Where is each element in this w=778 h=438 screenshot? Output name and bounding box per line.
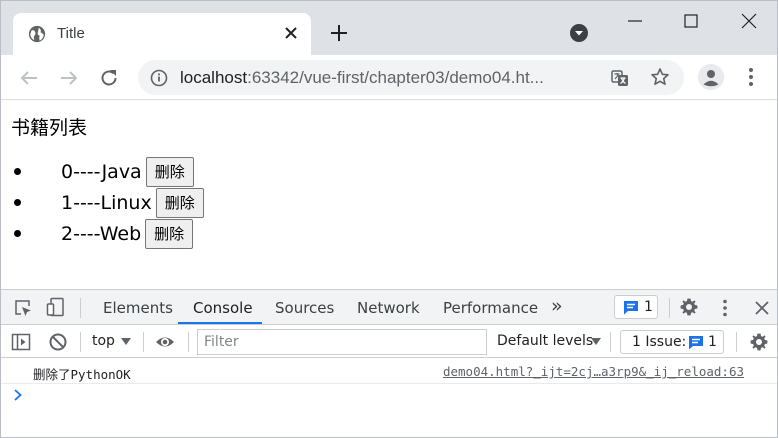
delete-button[interactable]: 删除: [155, 187, 204, 218]
list-item: 1----Linux 删除: [14, 187, 204, 218]
issues-button[interactable]: 1 Issue: 1: [620, 330, 724, 354]
separator: [610, 332, 611, 352]
address-bar[interactable]: localhost:63342/vue-first/chapter03/demo…: [138, 60, 684, 95]
settings-icon[interactable]: [749, 332, 769, 352]
reload-icon[interactable]: [98, 67, 120, 89]
globe-icon: [28, 25, 46, 43]
console-toolbar: top Default levels 1 Issue:: [1, 326, 777, 358]
close-icon[interactable]: [281, 23, 301, 43]
more-vert-icon[interactable]: [741, 66, 761, 88]
console-message-row: 删除了PythonOK demo04.html?_ijt=2cj…a3rp9&_…: [1, 360, 777, 384]
translate-icon[interactable]: [610, 68, 630, 88]
more-tabs-button[interactable]: »: [551, 295, 563, 317]
info-icon[interactable]: [150, 69, 168, 87]
close-window-icon[interactable]: [739, 11, 759, 31]
page-title: 书籍列表: [11, 117, 88, 139]
page-content: 书籍列表 0----Java 删除 1----Linux 删除 2----Web…: [1, 101, 777, 289]
browser-window: Title localhost:63342/vue-first/chapter0…: [0, 0, 778, 438]
delete-button[interactable]: 删除: [145, 218, 194, 249]
message-count: 1: [644, 299, 653, 315]
messages-badge[interactable]: 1: [614, 295, 658, 319]
issues-count: 1: [708, 334, 717, 350]
inspect-element-icon[interactable]: [13, 298, 33, 318]
book-text: 2----Web: [61, 222, 142, 245]
chevron-right-icon[interactable]: [11, 388, 25, 402]
list-item: 0----Java 删除: [14, 156, 204, 187]
url-host: localhost: [180, 68, 248, 87]
back-icon[interactable]: [18, 67, 40, 89]
list-item: 2----Web 删除: [14, 218, 204, 249]
message-icon: [624, 301, 638, 315]
plus-icon[interactable]: [328, 22, 350, 44]
maximize-icon[interactable]: [681, 11, 701, 31]
separator: [669, 298, 670, 318]
log-levels-dropdown[interactable]: Default levels: [497, 333, 593, 349]
separator: [736, 332, 737, 352]
active-tab-indicator: [178, 322, 262, 324]
device-toolbar-icon[interactable]: [46, 297, 66, 317]
delete-button[interactable]: 删除: [145, 156, 194, 187]
context-selector[interactable]: top: [92, 333, 115, 349]
chevron-down-icon: [591, 338, 601, 345]
message-icon: [689, 336, 703, 350]
console-message: 删除了PythonOK: [33, 367, 131, 382]
star-icon[interactable]: [650, 67, 670, 87]
browser-tab[interactable]: Title: [13, 13, 311, 55]
book-list: 0----Java 删除 1----Linux 删除 2----Web 删除: [14, 156, 204, 249]
book-text: 1----Linux: [61, 191, 152, 214]
tab-title: Title: [57, 25, 85, 42]
eye-icon[interactable]: [155, 332, 175, 352]
forward-icon[interactable]: [58, 67, 80, 89]
filter-input[interactable]: [197, 329, 487, 355]
tab-performance[interactable]: Performance: [443, 299, 538, 317]
settings-icon[interactable]: [679, 297, 699, 317]
separator: [80, 298, 81, 318]
tab-strip: Title: [1, 1, 777, 55]
devtools-panel: Elements Console Sources Network Perform…: [1, 289, 777, 437]
url-path: :63342/vue-first/chapter03/demo04.ht...: [247, 68, 544, 87]
devtools-tab-bar: Elements Console Sources Network Perform…: [1, 290, 777, 325]
browser-toolbar: localhost:63342/vue-first/chapter03/demo…: [1, 55, 777, 100]
url-text: localhost:63342/vue-first/chapter03/demo…: [180, 68, 544, 88]
book-text: 0----Java: [61, 160, 142, 183]
profile-icon[interactable]: [698, 64, 724, 90]
minimize-icon[interactable]: [625, 11, 645, 31]
chevron-down-icon: [121, 338, 131, 345]
tab-elements[interactable]: Elements: [103, 299, 173, 317]
tab-sources[interactable]: Sources: [275, 299, 334, 317]
issues-label: 1 Issue:: [632, 334, 687, 350]
clear-console-icon[interactable]: [48, 332, 68, 352]
sidebar-toggle-icon[interactable]: [11, 332, 31, 352]
console-source-link[interactable]: demo04.html?_ijt=2cj…a3rp9&_ij_reload:63: [443, 364, 744, 379]
more-vert-icon[interactable]: [715, 298, 735, 318]
separator: [188, 332, 189, 352]
close-icon[interactable]: [752, 298, 772, 318]
separator: [80, 332, 81, 352]
tab-network[interactable]: Network: [357, 299, 420, 317]
tab-console[interactable]: Console: [193, 299, 253, 317]
separator: [143, 332, 144, 352]
tab-search-icon[interactable]: [569, 23, 589, 43]
